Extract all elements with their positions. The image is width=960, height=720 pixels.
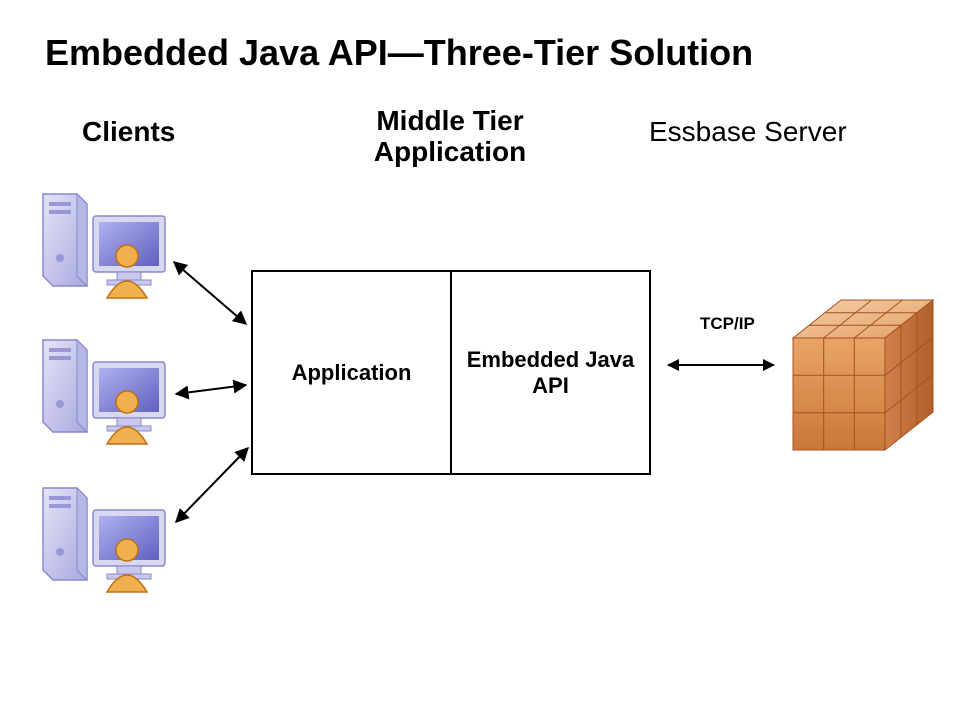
data-cube-icon	[783, 290, 943, 465]
client-workstation-icon	[35, 480, 190, 600]
column-header-server: Essbase Server	[649, 116, 847, 148]
middle-tier-box: Application Embedded Java API	[251, 270, 651, 475]
middle-tier-api-label: Embedded Java API	[452, 272, 649, 473]
diagram-title: Embedded Java API—Three-Tier Solution	[45, 32, 753, 74]
connection-protocol-label: TCP/IP	[700, 314, 755, 334]
column-header-clients: Clients	[82, 116, 175, 148]
client-workstation-icon	[35, 332, 190, 452]
column-header-middle: Middle Tier Application	[340, 106, 560, 168]
middle-tier-application-label: Application	[253, 272, 452, 473]
client-workstation-icon	[35, 186, 190, 306]
bidirectional-arrow-icon	[668, 364, 774, 366]
